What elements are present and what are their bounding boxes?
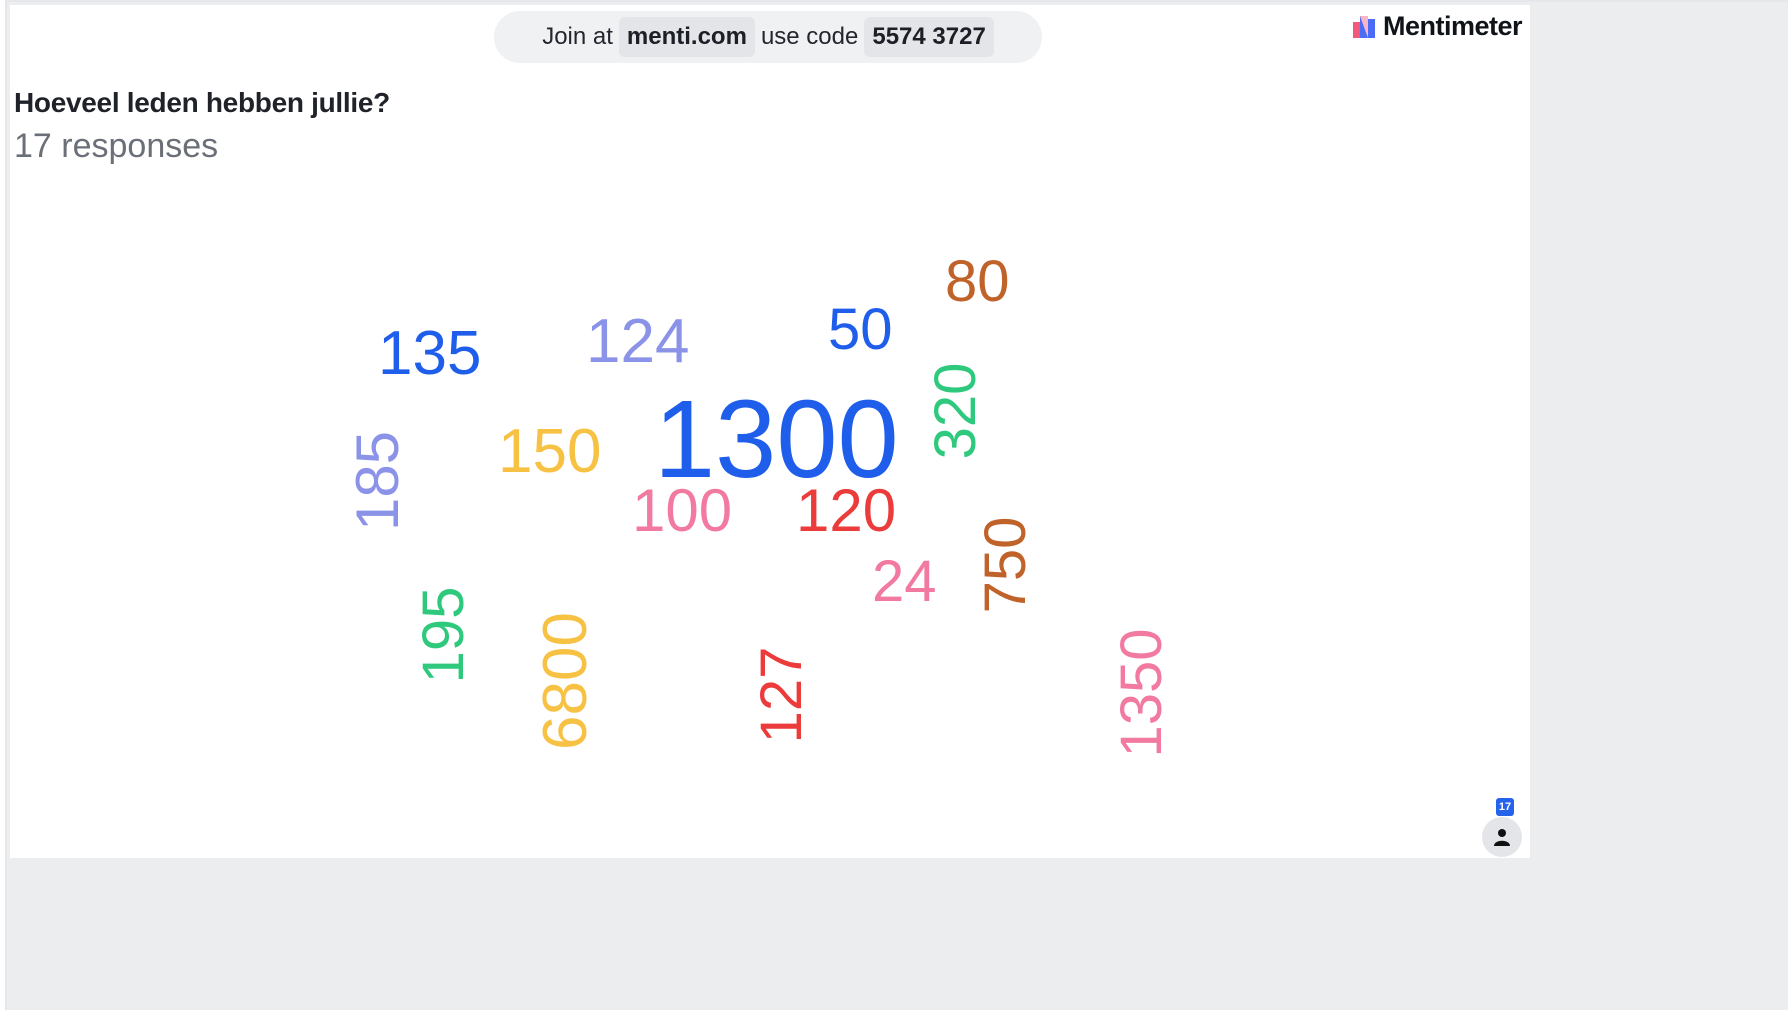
word-cloud-item: 750 (973, 516, 1038, 614)
word-cloud-item: 80 (945, 249, 1010, 314)
word-cloud-item: 6800 (531, 612, 600, 750)
word-cloud-item: 195 (411, 586, 476, 684)
presentation-slide: Join at menti.com use code 5574 3727 Men… (10, 5, 1530, 858)
word-cloud-item: 1350 (1109, 628, 1174, 758)
word-cloud-item: 100 (632, 477, 733, 544)
word-cloud-item: 320 (923, 362, 988, 460)
word-cloud-item: 185 (344, 430, 411, 532)
word-cloud-item: 135 (378, 319, 482, 388)
person-icon (1494, 829, 1510, 846)
word-cloud-item: 127 (749, 646, 814, 744)
participants-button[interactable] (1482, 817, 1522, 857)
participant-count-badge: 17 (1496, 798, 1514, 816)
word-cloud-item: 120 (796, 477, 897, 544)
word-cloud-item: 124 (586, 307, 690, 376)
word-cloud-item: 50 (828, 297, 893, 362)
word-cloud-item: 24 (872, 549, 937, 614)
word-cloud: 80 50 124 135 320 185 1300 150 100 120 7… (10, 5, 1530, 858)
word-cloud-item: 150 (498, 417, 602, 486)
